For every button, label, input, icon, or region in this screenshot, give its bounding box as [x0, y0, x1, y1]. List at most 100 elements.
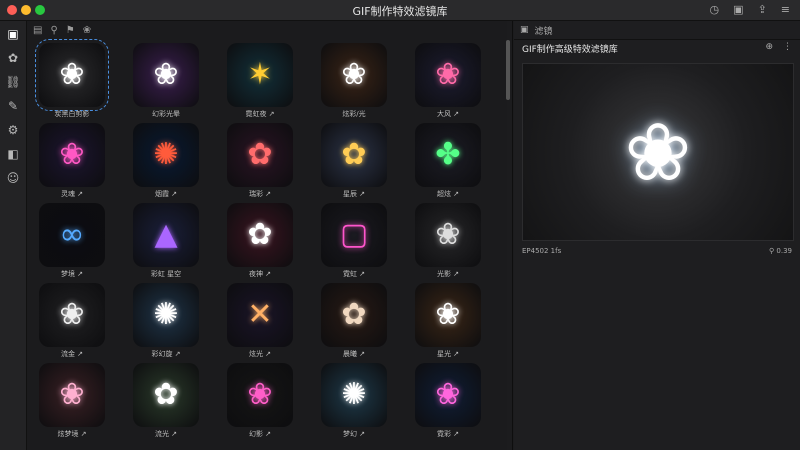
effect-caption: 梦幻 ↗ — [342, 430, 366, 438]
effect-preview-icon: ❀ — [59, 57, 85, 92]
effect-preview-icon: ✶ — [247, 57, 273, 92]
effect-tile[interactable]: ✺ 梦幻 ↗ — [315, 363, 393, 441]
people-icon: ☺ — [6, 171, 20, 185]
search-icon[interactable]: ⚲ — [50, 25, 57, 36]
effect-thumbnail: ✺ — [133, 283, 199, 347]
effect-preview-icon: ❀ — [341, 57, 367, 92]
window-title: GIF制作特效滤镜库 — [352, 5, 448, 18]
effect-caption: 彩虹 星空 — [150, 270, 182, 278]
effect-preview-icon: ❀ — [435, 57, 461, 92]
effect-tile[interactable]: ❀ 流金 ↗ — [33, 283, 111, 361]
effect-tile[interactable]: ▲ 彩虹 星空 — [127, 203, 205, 281]
panel-tab-icon[interactable]: ▣ — [520, 25, 529, 35]
effect-preview-icon: ✿ — [247, 137, 273, 172]
effect-tile[interactable]: ❀ 星光 ↗ — [409, 283, 487, 361]
effect-tile[interactable]: ✿ 流光 ↗ — [127, 363, 205, 441]
folder-icon[interactable]: ▤ — [33, 25, 42, 36]
panel-tab-filters[interactable]: 滤镜 — [535, 24, 553, 37]
rail-item-layers[interactable]: ◧ — [0, 143, 26, 165]
gallery-scrollbar[interactable] — [506, 40, 510, 100]
effect-tile[interactable]: ❀ 幻彩光晕 — [127, 43, 205, 121]
effect-preview-icon: ▲ — [154, 217, 178, 252]
effect-tile[interactable]: ✺ 烟霞 ↗ — [127, 123, 205, 201]
rail-item-people[interactable]: ☺ — [0, 167, 26, 189]
effect-caption: 炫光 ↗ — [248, 350, 272, 358]
effect-caption: 霓虹夜 ↗ — [245, 110, 275, 118]
effect-caption: 流金 ↗ — [60, 350, 84, 358]
effect-thumbnail: ❀ — [133, 43, 199, 107]
zoom-readout[interactable]: ⚲ 0.39 — [769, 247, 792, 255]
gallery-toolbar: ▤ ⚲ ⚑ ❀ — [27, 21, 507, 39]
effect-preview-icon: ❀ — [435, 217, 461, 252]
effect-tile[interactable]: ✿ 星辰 ↗ — [315, 123, 393, 201]
rail-item-link[interactable]: ⛓ — [0, 71, 26, 93]
effect-caption: 炫梦境 ↗ — [57, 430, 87, 438]
effect-thumbnail: ✿ — [321, 283, 387, 347]
share-icon[interactable]: ⇪ — [758, 3, 767, 16]
effect-thumbnail: ❀ — [321, 43, 387, 107]
preview-info: EP4502 1fs — [522, 247, 562, 255]
effect-caption: 星辰 ↗ — [342, 190, 366, 198]
effect-thumbnail: ❀ — [35, 39, 109, 111]
effect-tile[interactable]: ❀ 炫彩/光 — [315, 43, 393, 121]
effect-caption: 幻影 ↗ — [248, 430, 272, 438]
effect-tile[interactable]: ✕ 炫光 ↗ — [221, 283, 299, 361]
effect-thumbnail: ✿ — [227, 123, 293, 187]
rail-item-pen[interactable]: ✎ — [0, 95, 26, 117]
effect-tile[interactable]: ▢ 霓虹 ↗ — [315, 203, 393, 281]
effect-thumbnail: ❀ — [39, 283, 105, 347]
panel-title: GIF制作高级特效滤镜库 — [522, 45, 618, 55]
effect-tile[interactable]: ✶ 霓虹夜 ↗ — [221, 43, 299, 121]
flag-icon[interactable]: ⚑ — [66, 25, 75, 36]
split-divider[interactable] — [512, 21, 513, 450]
effect-tile[interactable]: ✤ 超炫 ↗ — [409, 123, 487, 201]
effect-tile[interactable]: ✿ 晨曦 ↗ — [315, 283, 393, 361]
effect-preview-icon: ❀ — [247, 377, 273, 412]
effect-preview-icon: ✿ — [341, 137, 367, 172]
effect-thumbnail: ✺ — [321, 363, 387, 427]
effect-preview-icon: ✕ — [247, 297, 273, 332]
effect-caption: 瑞彩 ↗ — [248, 190, 272, 198]
effect-caption: 彩幻旋 ↗ — [151, 350, 181, 358]
menu-icon[interactable]: ≡ — [781, 3, 790, 16]
layers-icon: ◧ — [7, 147, 19, 161]
effect-preview-icon: ✺ — [153, 137, 179, 172]
effect-tile[interactable]: ✿ 瑞彩 ↗ — [221, 123, 299, 201]
effect-preview-icon: ❀ — [59, 137, 85, 172]
effect-thumbnail: ❀ — [227, 363, 293, 427]
effect-preview-icon: ❀ — [435, 297, 461, 332]
effect-tile[interactable]: ✺ 彩幻旋 ↗ — [127, 283, 205, 361]
info-icon[interactable]: ⊕ — [765, 42, 773, 52]
effect-tile[interactable]: ❀ 大风 ↗ — [409, 43, 487, 121]
picture-icon[interactable]: ▣ — [733, 3, 743, 16]
effect-thumbnail: ❀ — [415, 363, 481, 427]
preview-panel: ▣ 滤镜 GIF制作高级特效滤镜库 ⊕ ⋮ ❀ EP4502 1fs ⚲ 0.3… — [514, 21, 800, 450]
rail-item-tune[interactable]: ⚙ — [0, 119, 26, 141]
effect-caption: 灵魂 ↗ — [60, 190, 84, 198]
left-rail: ▣ ✿ ⛓ ✎ ⚙ ◧ ☺ — [0, 21, 27, 450]
effect-tile[interactable]: ❀ 炫梦境 ↗ — [33, 363, 111, 441]
effect-preview-icon: ✿ — [341, 297, 367, 332]
effect-tile[interactable]: ❀ 炭黑白剪影 — [33, 39, 111, 121]
effect-tile[interactable]: ∞ 梦境 ↗ — [33, 203, 111, 281]
title-bar: GIF制作特效滤镜库 ◷ ▣ ⇪ ≡ — [0, 0, 800, 21]
effect-thumbnail: ✕ — [227, 283, 293, 347]
effect-caption: 霓虹 ↗ — [342, 270, 366, 278]
effect-caption: 星光 ↗ — [436, 350, 460, 358]
effect-tile[interactable]: ❀ 霓彩 ↗ — [409, 363, 487, 441]
effect-caption: 超炫 ↗ — [436, 190, 460, 198]
effect-thumbnail: ✿ — [227, 203, 293, 267]
effect-caption: 流光 ↗ — [154, 430, 178, 438]
effect-tile[interactable]: ❀ 灵魂 ↗ — [33, 123, 111, 201]
clock-icon[interactable]: ◷ — [710, 3, 720, 16]
effect-tile[interactable]: ✿ 夜神 ↗ — [221, 203, 299, 281]
more-icon[interactable]: ⋮ — [783, 42, 792, 52]
pen-icon: ✎ — [7, 99, 19, 113]
rail-item-photo[interactable]: ▣ — [0, 23, 26, 45]
effect-preview-icon: ✿ — [153, 377, 179, 412]
effect-tile[interactable]: ❀ 幻影 ↗ — [221, 363, 299, 441]
rail-item-effects[interactable]: ✿ — [0, 47, 26, 69]
flower-icon[interactable]: ❀ — [83, 25, 91, 36]
effect-tile[interactable]: ❀ 光影 ↗ — [409, 203, 487, 281]
effect-thumbnail: ✿ — [321, 123, 387, 187]
